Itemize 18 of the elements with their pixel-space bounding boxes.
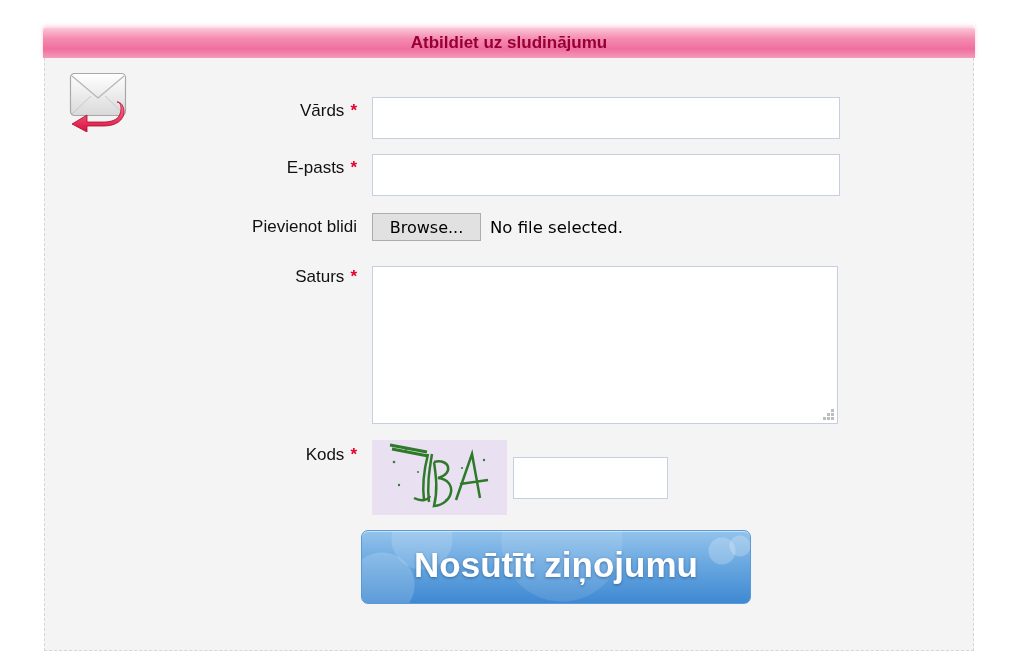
required-marker: * xyxy=(350,100,357,122)
required-marker: * xyxy=(350,266,357,288)
message-textarea[interactable] xyxy=(372,266,838,424)
file-status: No file selected. xyxy=(490,217,623,237)
envelope-reply-icon xyxy=(69,72,127,132)
required-marker: * xyxy=(350,157,357,179)
field-label: Pievienot blidi xyxy=(252,216,357,238)
text-input[interactable] xyxy=(372,154,840,196)
field-label: E-pasts xyxy=(286,157,345,179)
browse-button[interactable]: Browse... xyxy=(372,213,481,241)
text-input[interactable] xyxy=(372,97,840,139)
field-label: Vārds xyxy=(299,100,345,122)
field-label: Saturs xyxy=(295,266,345,288)
panel-title: Atbildiet uz sludinājumu xyxy=(410,33,608,53)
required-marker: * xyxy=(350,444,357,466)
field-label: Kods xyxy=(305,444,345,466)
captcha-input[interactable] xyxy=(513,456,668,499)
resize-grip-icon[interactable] xyxy=(823,409,834,420)
